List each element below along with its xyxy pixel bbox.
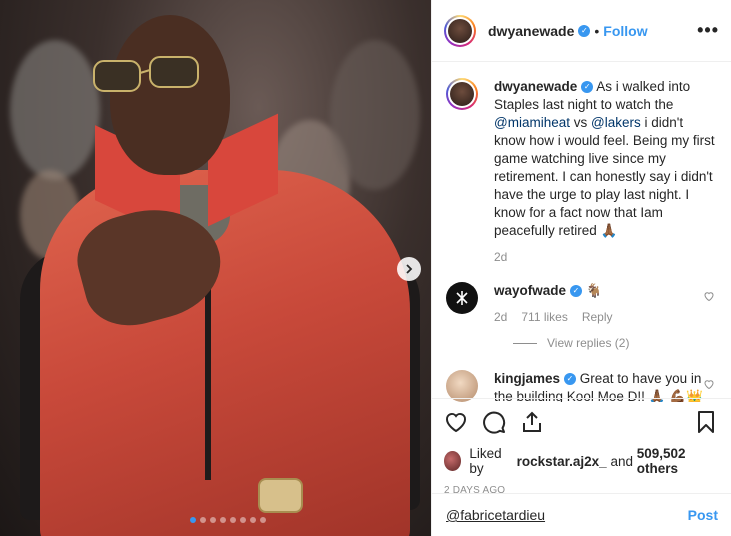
reply-button[interactable]: Reply	[582, 308, 613, 326]
avatar[interactable]	[446, 282, 478, 314]
comment-item: wayofwade ✓ 🐐 2d 711 likes Reply	[446, 282, 715, 326]
liker-avatar[interactable]	[444, 451, 462, 471]
avatar[interactable]	[444, 14, 476, 47]
carousel-dot	[200, 517, 206, 523]
chevron-right-icon	[406, 264, 413, 274]
liked-by-and: and	[610, 453, 633, 469]
carousel-dot	[260, 517, 266, 523]
caption-time[interactable]: 2d	[494, 248, 507, 266]
view-replies-button[interactable]: View replies (2)	[513, 336, 715, 350]
comment-time[interactable]: 2d	[494, 308, 507, 326]
like-comment-heart-icon[interactable]	[703, 378, 715, 390]
liked-by-user[interactable]: rockstar.aj2x_	[517, 454, 607, 469]
verified-badge-icon: ✓	[581, 81, 594, 94]
liked-by-prefix: Liked by	[469, 446, 502, 476]
comment-username[interactable]: kingjames	[494, 371, 560, 386]
separator-dot: •	[594, 22, 600, 39]
carousel-dot	[210, 517, 216, 523]
person-head	[110, 15, 230, 175]
verified-badge-icon: ✓	[578, 24, 591, 37]
carousel-indicator	[190, 517, 266, 523]
carousel-next-button[interactable]	[397, 257, 421, 281]
mention-link[interactable]: @lakers	[591, 115, 641, 130]
carousel-dot	[250, 517, 256, 523]
comment-username[interactable]: wayofwade	[494, 283, 566, 298]
like-heart-icon[interactable]	[444, 410, 468, 434]
verified-badge-icon: ✓	[570, 285, 583, 298]
mention-link[interactable]: @miamiheat	[494, 115, 570, 130]
comment-bubble-icon[interactable]	[482, 410, 506, 434]
carousel-dot	[190, 517, 196, 523]
wayofwade-logo-icon	[456, 291, 468, 305]
comment-text: 🐐	[582, 283, 603, 298]
avatar[interactable]	[446, 78, 478, 110]
more-options-icon[interactable]: •••	[697, 20, 719, 41]
follow-button[interactable]: Follow	[603, 23, 647, 39]
add-comment-bar: @fabricetardieu Post	[432, 493, 731, 536]
background-crowd	[10, 40, 100, 180]
caption: dwyanewade ✓ As i walked into Staples las…	[446, 78, 715, 266]
verified-badge-icon: ✓	[564, 373, 577, 386]
post-photo	[0, 0, 431, 536]
replies-line	[513, 342, 537, 344]
view-replies-label[interactable]: View replies (2)	[547, 336, 629, 350]
background-crowd	[330, 40, 420, 190]
carousel-dot	[240, 517, 246, 523]
comment-input[interactable]: @fabricetardieu	[446, 507, 545, 523]
post-header: dwyanewade ✓ • Follow •••	[432, 0, 731, 62]
likes-count[interactable]: 509,502 others	[637, 446, 718, 476]
post-actions: Liked by rockstar.aj2x_ and 509,502 othe…	[432, 398, 731, 496]
wrist-watch	[258, 478, 303, 513]
liked-by-summary: Liked by rockstar.aj2x_ and 509,502 othe…	[444, 446, 718, 476]
comments-list: dwyanewade ✓ As i walked into Staples las…	[432, 62, 731, 402]
share-icon[interactable]	[520, 410, 544, 434]
carousel-dot	[220, 517, 226, 523]
caption-text: i didn't know how i would feel. Being my…	[494, 115, 715, 238]
comment-likes[interactable]: 711 likes	[521, 308, 567, 326]
carousel-dot	[230, 517, 236, 523]
header-username[interactable]: dwyanewade	[488, 23, 574, 39]
post-side-panel: dwyanewade ✓ • Follow ••• dwyanewade ✓ As…	[431, 0, 731, 536]
caption-text: vs	[569, 115, 591, 130]
post-button[interactable]: Post	[688, 507, 718, 523]
sunglasses	[93, 56, 199, 92]
caption-username[interactable]: dwyanewade	[494, 79, 577, 94]
like-comment-heart-icon[interactable]	[703, 290, 715, 302]
bookmark-icon[interactable]	[694, 410, 718, 434]
